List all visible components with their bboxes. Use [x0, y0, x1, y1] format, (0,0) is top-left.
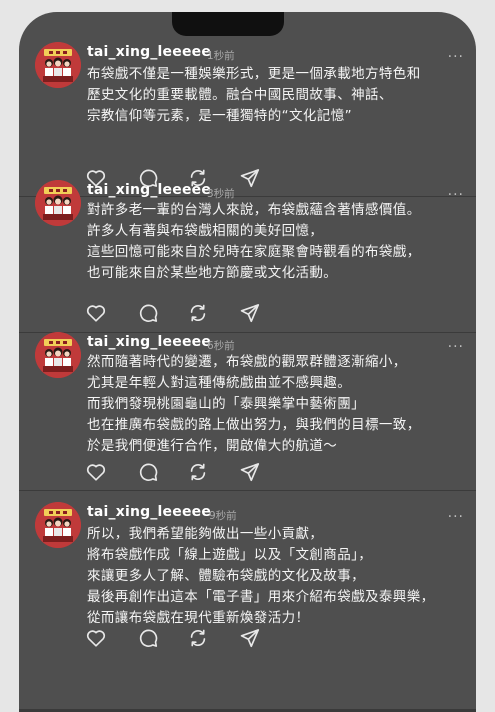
post-divider — [19, 490, 476, 491]
post-text-line: 所以，我們希望能夠做出一些小貢獻， — [87, 526, 324, 542]
heart-button[interactable] — [85, 302, 107, 324]
heart-icon — [85, 302, 107, 324]
post-text-line: 許多人有著與布袋戲相關的美好回憶， — [87, 223, 324, 239]
share-button[interactable] — [239, 627, 261, 649]
avatar[interactable] — [35, 332, 81, 378]
comment-icon — [137, 461, 159, 483]
heart-button[interactable] — [85, 627, 107, 649]
post-text-line: 布袋戲不僅是一種娛樂形式，更是一個承載地方特色和 — [87, 66, 421, 82]
heart-icon — [85, 461, 107, 483]
post-text-line: 對許多老一輩的台灣人來說，布袋戲蘊含著情感價值。 — [87, 202, 421, 218]
phone-notch — [172, 12, 284, 36]
share-icon — [239, 627, 261, 649]
comment-icon — [137, 627, 159, 649]
username[interactable]: tai_xing_leeeee — [87, 44, 211, 60]
share-icon — [239, 302, 261, 324]
post-text-line: 而我們發現桃園龜山的「泰興樂掌中藝術團」 — [87, 396, 365, 412]
post-text-line: 也在推廣布袋戲的路上做出努力，與我們的目標一致， — [87, 417, 421, 433]
timestamp: 9秒前 — [209, 510, 237, 522]
heart-icon — [85, 627, 107, 649]
share-icon — [239, 167, 261, 189]
timestamp: 6秒前 — [207, 340, 235, 352]
post-text-line: 尤其是年輕人對這種傳統戲曲並不感興趣。 — [87, 375, 352, 391]
share-button[interactable] — [239, 167, 261, 189]
post-text-line: 將布袋戲作成「線上遊戲」以及「文創商品」， — [87, 547, 373, 563]
timestamp: 1秒前 — [207, 50, 235, 62]
comment-button[interactable] — [137, 461, 159, 483]
post-text: 所以，我們希望能夠做出一些小貢獻， 將布袋戲作成「線上遊戲」以及「文創商品」， 來讓… — [87, 524, 462, 629]
post-text-line: 來讓更多人了解、體驗布袋戲的文化及故事， — [87, 568, 365, 584]
post-text: 對許多老一輩的台灣人來說，布袋戲蘊含著情感價值。 許多人有著與布袋戲相關的美好回憶… — [87, 200, 462, 284]
repost-icon — [187, 302, 209, 324]
username[interactable]: tai_xing_leeeee — [87, 504, 211, 520]
more-options-icon[interactable]: ··· — [448, 510, 464, 524]
post-text-line: 從而讓布袋戲在現代重新煥發活力！ — [87, 610, 310, 626]
repost-button[interactable] — [187, 461, 209, 483]
share-button[interactable] — [239, 302, 261, 324]
post-text: 然而隨著時代的變遷，布袋戲的觀眾群體逐漸縮小， 尤其是年輕人對這種傳統戲曲並不感興… — [87, 352, 462, 457]
heart-button[interactable] — [85, 461, 107, 483]
post-text-line: 於是我們便進行合作，開啟偉大的航道～ — [87, 438, 338, 454]
comment-button[interactable] — [137, 627, 159, 649]
comment-button[interactable] — [137, 302, 159, 324]
avatar[interactable] — [35, 502, 81, 548]
username[interactable]: tai_xing_leeeee — [87, 334, 211, 350]
post-divider — [19, 332, 476, 333]
avatar[interactable] — [35, 180, 81, 226]
post-text-line: 最後再創作出這本「電子書」用來介紹布袋戲及泰興樂， — [87, 589, 435, 605]
repost-button[interactable] — [187, 302, 209, 324]
repost-button[interactable] — [187, 627, 209, 649]
post-text-line: 宗教信仰等元素，是一種獨特的“文化記憶” — [87, 108, 352, 124]
share-button[interactable] — [239, 461, 261, 483]
avatar[interactable] — [35, 42, 81, 88]
comment-icon — [137, 302, 159, 324]
post-text-line: 這些回憶可能來自於兒時在家庭聚會時觀看的布袋戲， — [87, 244, 421, 260]
post-text: 布袋戲不僅是一種娛樂形式，更是一個承載地方特色和 歷史文化的重要載體。融合中國民間… — [87, 64, 462, 127]
phone-screen: tai_xing_leeeee 1秒前 ··· 布袋戲不僅是一種娛樂形式，更是一個承載… — [19, 12, 476, 712]
post-text-line: 然而隨著時代的變遷，布袋戲的觀眾群體逐漸縮小， — [87, 354, 407, 370]
more-options-icon[interactable]: ··· — [448, 50, 464, 64]
share-icon — [239, 461, 261, 483]
timestamp: 3秒前 — [207, 188, 235, 200]
post-text-line: 也可能來自於某些地方節慶或文化活動。 — [87, 265, 338, 281]
username[interactable]: tai_xing_leeeee — [87, 182, 211, 198]
post-text-line: 歷史文化的重要載體。融合中國民間故事、神話、 — [87, 87, 393, 103]
repost-icon — [187, 627, 209, 649]
repost-icon — [187, 461, 209, 483]
